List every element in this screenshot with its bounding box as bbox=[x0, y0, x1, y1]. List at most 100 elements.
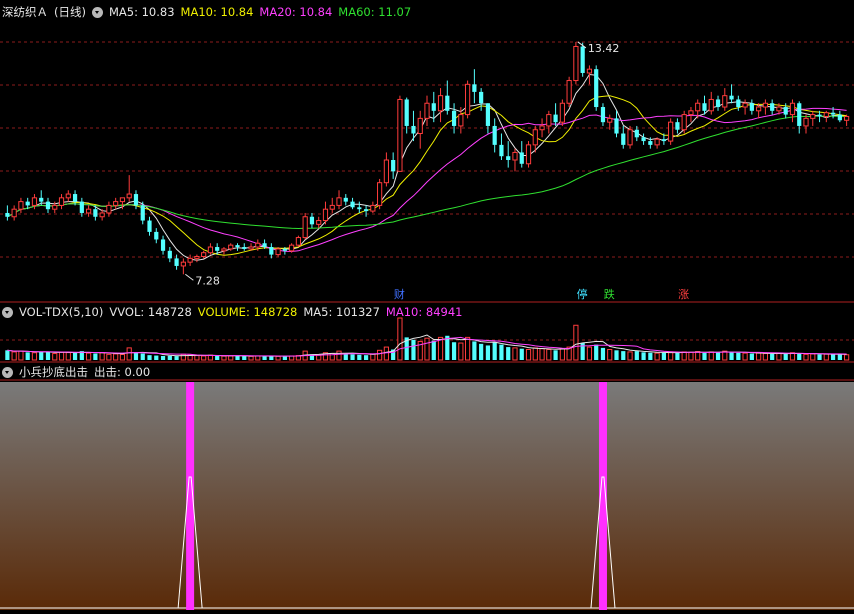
candle bbox=[45, 197, 51, 213]
candle bbox=[546, 110, 552, 134]
candle-body-down bbox=[431, 103, 436, 111]
candle bbox=[688, 107, 694, 123]
ma5-label: MA5: 10.83 bbox=[108, 5, 175, 19]
candle-body-up bbox=[532, 129, 538, 146]
volume-bar bbox=[654, 352, 660, 361]
chevron-down-icon[interactable] bbox=[2, 366, 13, 378]
candle bbox=[559, 99, 565, 126]
candle-body-down bbox=[580, 46, 585, 73]
candle-body-down bbox=[391, 160, 396, 172]
candle-body-down bbox=[215, 247, 220, 251]
volume-bar bbox=[600, 347, 606, 360]
volume-bar bbox=[397, 317, 403, 361]
volume-panel-header: VOL-TDX(5,10) VVOL: 148728 VOLUME: 14872… bbox=[2, 304, 462, 320]
candle bbox=[5, 205, 10, 221]
candle-body-up bbox=[465, 83, 471, 116]
candle bbox=[729, 84, 734, 104]
candle bbox=[289, 243, 295, 253]
chevron-down-icon[interactable] bbox=[2, 306, 13, 318]
candle-body-down bbox=[492, 125, 497, 145]
volume-bar bbox=[661, 352, 666, 360]
candle-body-down bbox=[79, 201, 84, 213]
candle-body-up bbox=[512, 151, 518, 161]
volume-bar bbox=[512, 347, 518, 361]
stock-name: 深纺织Ａ bbox=[2, 5, 48, 19]
volume-bar bbox=[25, 352, 30, 360]
event-marker: 财 bbox=[394, 287, 405, 301]
candle-body-up bbox=[248, 246, 254, 250]
volume-bar bbox=[573, 324, 579, 361]
volume-bar bbox=[126, 347, 132, 361]
candle-body-down bbox=[160, 239, 166, 251]
candle-body-up bbox=[688, 110, 694, 116]
volume-bar bbox=[681, 351, 687, 361]
candle-body-up bbox=[31, 197, 38, 206]
volume-bar bbox=[729, 352, 734, 360]
candle-body-down bbox=[830, 112, 836, 115]
candle-body-up bbox=[823, 112, 829, 117]
candle-body-down bbox=[472, 84, 477, 92]
volume-bar bbox=[546, 349, 552, 361]
candle bbox=[86, 205, 92, 217]
chevron-down-icon[interactable] bbox=[91, 6, 103, 18]
volume-bar bbox=[221, 355, 227, 361]
candle bbox=[810, 110, 816, 126]
volume-bar bbox=[248, 355, 254, 361]
volume-bar bbox=[133, 352, 139, 360]
volume-bar bbox=[695, 351, 701, 361]
volume-bar bbox=[72, 352, 78, 360]
volume-bar bbox=[749, 353, 754, 360]
candle-body-down bbox=[553, 114, 558, 123]
candle-body-up bbox=[397, 98, 403, 172]
candle-body-down bbox=[817, 114, 822, 117]
candle bbox=[187, 254, 193, 266]
candle-body-down bbox=[174, 258, 179, 266]
volume-bar bbox=[641, 352, 646, 360]
volume-bar bbox=[810, 353, 816, 361]
candle bbox=[437, 88, 444, 123]
volume-bar bbox=[194, 355, 200, 361]
candle-body-up bbox=[607, 117, 613, 123]
candle bbox=[391, 152, 396, 179]
volume-bar bbox=[465, 336, 471, 361]
candle bbox=[770, 99, 775, 115]
volume-bar bbox=[167, 355, 172, 360]
volume-label: VOLUME: 148728 bbox=[197, 305, 298, 319]
event-marker: 停 bbox=[577, 287, 588, 301]
volume-bar bbox=[539, 348, 545, 361]
vvol-label: VVOL: 148728 bbox=[109, 305, 192, 319]
volume-bar bbox=[39, 351, 44, 360]
candle-body-down bbox=[594, 69, 599, 108]
volume-bar bbox=[675, 352, 680, 360]
candle-body-down bbox=[702, 103, 707, 111]
candle bbox=[322, 201, 329, 225]
candle-body-down bbox=[797, 103, 802, 126]
volume-bar bbox=[594, 344, 599, 360]
candle-body-up bbox=[289, 244, 295, 252]
low-pointer bbox=[185, 273, 194, 281]
candle-body-up bbox=[302, 216, 308, 239]
volume-bar bbox=[93, 353, 98, 360]
candle bbox=[600, 103, 606, 126]
candle bbox=[844, 114, 850, 126]
candle-body-down bbox=[309, 216, 315, 225]
volume-bar bbox=[228, 355, 234, 361]
candle bbox=[167, 247, 172, 263]
volume-bar bbox=[823, 353, 829, 361]
candle-body-down bbox=[641, 137, 646, 142]
volume-bar bbox=[106, 353, 112, 361]
candle-body-down bbox=[72, 194, 78, 202]
candle bbox=[702, 95, 707, 115]
candle bbox=[580, 42, 585, 77]
candle-body-up bbox=[417, 117, 423, 135]
volume-bar bbox=[99, 352, 105, 361]
candle bbox=[762, 99, 768, 115]
candle-body-up bbox=[194, 255, 200, 259]
volume-bar bbox=[762, 353, 768, 361]
volume-bar bbox=[485, 345, 491, 360]
candle bbox=[309, 212, 315, 229]
candle bbox=[417, 110, 423, 149]
volume-bar bbox=[357, 354, 362, 360]
candle-body-down bbox=[715, 99, 721, 108]
candle-body-up bbox=[810, 114, 816, 119]
